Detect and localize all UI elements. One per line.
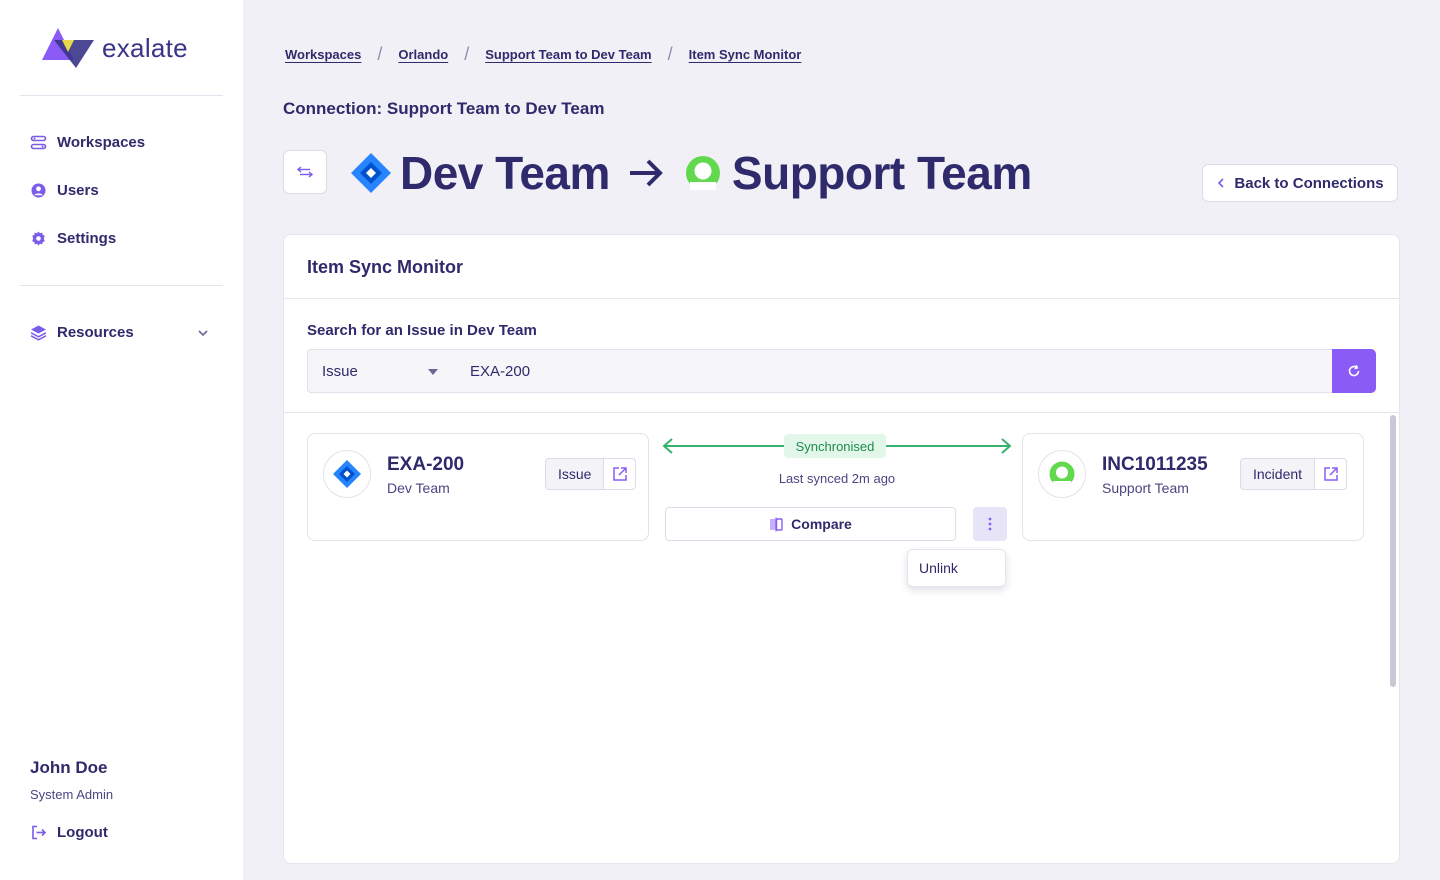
more-actions-button[interactable] bbox=[973, 507, 1007, 541]
user-name: John Doe bbox=[30, 758, 108, 777]
last-synced-text: Last synced 2m ago bbox=[778, 471, 896, 486]
refresh-button[interactable] bbox=[1332, 349, 1376, 393]
user-role: System Admin bbox=[30, 787, 114, 802]
item-sync-monitor-panel: Item Sync Monitor Search for an Issue in… bbox=[283, 234, 1400, 864]
vertical-scrollbar[interactable] bbox=[1390, 415, 1396, 687]
panel-divider bbox=[284, 298, 1399, 299]
logout-label: Logout bbox=[57, 824, 108, 841]
arrow-right-icon bbox=[629, 159, 663, 187]
sidebar-item-resources[interactable]: Resources bbox=[30, 324, 134, 341]
sidebar-item-label: Settings bbox=[57, 230, 117, 247]
item-key: EXA-200 bbox=[387, 454, 465, 475]
compare-button[interactable]: Compare bbox=[665, 507, 956, 541]
compare-icon bbox=[770, 517, 783, 531]
menu-item-unlink[interactable]: Unlink bbox=[919, 560, 958, 576]
breadcrumb-separator: / bbox=[377, 44, 383, 64]
item-type-label: Incident bbox=[1253, 466, 1303, 482]
actions-menu: Unlink bbox=[907, 549, 1006, 587]
connection-heading: Dev Team Support Team bbox=[350, 146, 1032, 200]
app-name: exalate bbox=[102, 32, 188, 63]
target-item-card: INC1011235 Support Team Incident bbox=[1022, 433, 1364, 541]
jira-icon bbox=[323, 450, 371, 498]
item-type-chip: Incident bbox=[1240, 458, 1348, 490]
caret-down-icon bbox=[428, 369, 438, 375]
arrow-left-icon bbox=[662, 438, 673, 454]
breadcrumb-item-sync-monitor[interactable]: Item Sync Monitor bbox=[689, 47, 802, 62]
sidebar-item-settings[interactable]: Settings bbox=[30, 230, 116, 247]
gear-icon bbox=[32, 231, 45, 246]
jira-icon bbox=[351, 153, 391, 193]
panel-title: Item Sync Monitor bbox=[307, 257, 464, 277]
refresh-icon bbox=[1348, 364, 1360, 377]
breadcrumb-orlando[interactable]: Orlando bbox=[398, 47, 448, 62]
item-type-chip: Issue bbox=[545, 458, 637, 490]
arrow-right-icon bbox=[1001, 438, 1012, 454]
panel-divider bbox=[284, 412, 1399, 413]
sidebar-divider bbox=[20, 95, 223, 96]
logout-button[interactable]: Logout bbox=[30, 824, 108, 841]
back-to-connections-button[interactable]: Back to Connections bbox=[1202, 164, 1398, 202]
item-team: Dev Team bbox=[387, 480, 450, 496]
user-circle-icon bbox=[31, 183, 46, 198]
sidebar-item-users[interactable]: Users bbox=[30, 182, 99, 199]
compare-label: Compare bbox=[791, 516, 852, 532]
external-link-icon[interactable] bbox=[603, 459, 636, 489]
swap-arrows-icon bbox=[297, 166, 313, 178]
logout-icon bbox=[32, 825, 47, 840]
sync-status-badge: Synchronised bbox=[784, 434, 886, 458]
item-team: Support Team bbox=[1102, 480, 1189, 496]
sidebar-item-label: Workspaces bbox=[57, 134, 146, 151]
chevron-left-icon bbox=[1218, 178, 1224, 188]
search-label: Search for an Issue in Dev Team bbox=[307, 322, 537, 339]
breadcrumb-connection[interactable]: Support Team to Dev Team bbox=[485, 47, 651, 62]
exalate-logo-icon bbox=[42, 28, 94, 68]
sidebar-divider bbox=[20, 285, 223, 286]
search-input[interactable] bbox=[456, 349, 1333, 393]
target-name: Support Team bbox=[731, 147, 1032, 199]
connection-label: Connection: Support Team to Dev Team bbox=[283, 99, 605, 118]
breadcrumb-separator: / bbox=[464, 44, 470, 64]
servicenow-icon bbox=[685, 156, 720, 190]
swap-direction-button[interactable] bbox=[283, 150, 327, 194]
item-type-select[interactable]: Issue bbox=[307, 349, 457, 393]
kebab-icon bbox=[988, 517, 992, 531]
back-button-label: Back to Connections bbox=[1234, 174, 1384, 192]
sidebar-item-label: Users bbox=[57, 182, 99, 199]
app-logo[interactable]: exalate bbox=[40, 26, 188, 70]
source-item-card: EXA-200 Dev Team Issue bbox=[307, 433, 649, 541]
item-type-label: Issue bbox=[558, 466, 592, 482]
external-link-icon[interactable] bbox=[1314, 459, 1347, 489]
sidebar-item-label: Resources bbox=[57, 324, 134, 341]
workspaces-icon bbox=[30, 135, 47, 150]
breadcrumb-separator: / bbox=[667, 44, 673, 64]
sidebar-item-workspaces[interactable]: Workspaces bbox=[30, 134, 145, 151]
item-key: INC1011235 bbox=[1102, 454, 1208, 475]
breadcrumb: Workspaces / Orlando / Support Team to D… bbox=[285, 44, 801, 65]
source-name: Dev Team bbox=[400, 147, 610, 199]
item-type-value: Issue bbox=[322, 362, 358, 380]
sidebar: exalate Workspaces Users Settings Resour… bbox=[0, 0, 243, 880]
servicenow-icon bbox=[1038, 450, 1086, 498]
chevron-down-icon[interactable] bbox=[196, 326, 210, 340]
layers-icon bbox=[30, 325, 47, 341]
breadcrumb-workspaces[interactable]: Workspaces bbox=[285, 47, 361, 62]
